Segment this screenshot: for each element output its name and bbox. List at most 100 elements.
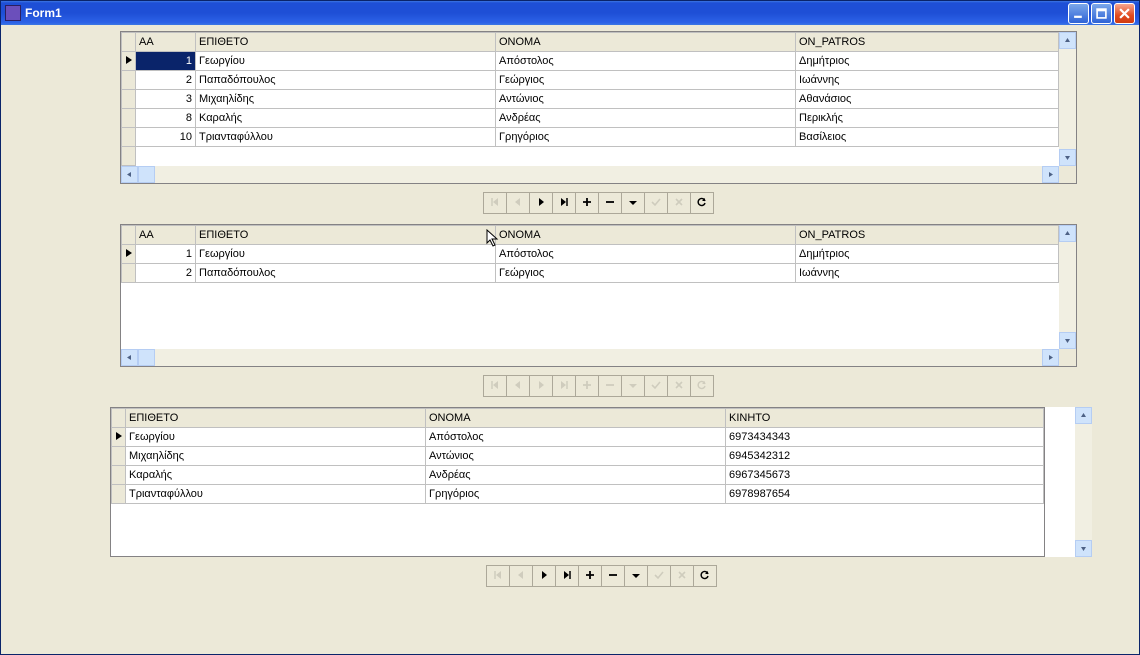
scroll-up-icon[interactable] [1059,225,1076,242]
scroll-right-icon[interactable] [1042,166,1059,183]
cell-onoma[interactable]: Γεώργιος [496,264,796,283]
cell-onoma[interactable]: Ανδρέας [426,466,726,485]
table-row[interactable]: Μιχαηλίδης Αντώνιος 6945342312 [112,447,1044,466]
cell-epitheto[interactable]: Γεωργίου [196,52,496,71]
cell-onoma[interactable]: Αντώνιος [496,90,796,109]
cell-epitheto[interactable]: Καραλής [196,109,496,128]
nav-edit-button[interactable] [624,565,648,587]
cell-onpatros[interactable]: Δημήτριος [796,245,1059,264]
cell-onoma[interactable]: Γεώργιος [496,71,796,90]
scroll-thumb[interactable] [138,349,155,366]
col-header-onoma[interactable]: ΟΝΟΜΑ [496,33,796,52]
grid2-vscrollbar[interactable] [1059,225,1076,349]
col-header-onpatros[interactable]: ON_PATROS [796,33,1059,52]
grid1-vscrollbar[interactable] [1059,32,1076,166]
table-row[interactable]: 3 Μιχαηλίδης Αντώνιος Αθανάσιος [122,90,1059,109]
col-header-epitheto[interactable]: ΕΠΙΘΕΤΟ [196,33,496,52]
dbgrid-3[interactable]: ΕΠΙΘΕΤΟ ΟΝΟΜΑ ΚΙΝΗΤΟ Γεωργίου Απόστολος … [110,407,1092,557]
cell-aa[interactable]: 2 [136,71,196,90]
scroll-up-icon[interactable] [1075,407,1092,424]
cell-aa[interactable]: 1 [136,245,196,264]
cell-onoma[interactable]: Αντώνιος [426,447,726,466]
cell-epitheto[interactable]: Παπαδόπουλος [196,71,496,90]
scroll-right-icon[interactable] [1042,349,1059,366]
minimize-button[interactable] [1068,3,1089,24]
scroll-track[interactable] [1059,242,1076,332]
col-header-onoma[interactable]: ΟΝΟΜΑ [496,226,796,245]
cell-epitheto[interactable]: Γεωργίου [196,245,496,264]
nav-next-button[interactable] [529,192,553,214]
cell-onpatros[interactable]: Βασίλειος [796,128,1059,147]
table-row[interactable]: 10 Τριανταφύλλου Γρηγόριος Βασίλειος [122,128,1059,147]
col-header-kinito[interactable]: ΚΙΝΗΤΟ [726,409,1044,428]
dbgrid-1[interactable]: AA ΕΠΙΘΕΤΟ ΟΝΟΜΑ ON_PATROS 1 Γεωργίου Απ… [120,31,1077,184]
cell-aa[interactable]: 2 [136,264,196,283]
col-header-aa[interactable]: AA [136,226,196,245]
table-row[interactable]: 1 Γεωργίου Απόστολος Δημήτριος [122,52,1059,71]
scroll-track[interactable] [155,349,1042,366]
scroll-down-icon[interactable] [1059,149,1076,166]
table-row[interactable]: 2 Παπαδόπουλος Γεώργιος Ιωάννης [122,71,1059,90]
cell-epitheto[interactable]: Τριανταφύλλου [126,485,426,504]
cell-kinito[interactable]: 6945342312 [726,447,1044,466]
nav-edit-button[interactable] [621,192,645,214]
cell-onpatros[interactable]: Δημήτριος [796,52,1059,71]
cell-onoma[interactable]: Απόστολος [426,428,726,447]
cell-epitheto[interactable]: Μιχαηλίδης [126,447,426,466]
dbgrid-2[interactable]: AA ΕΠΙΘΕΤΟ ΟΝΟΜΑ ON_PATROS 1 Γεωργίου Απ… [120,224,1077,367]
col-header-aa[interactable]: AA [136,33,196,52]
nav-insert-button[interactable] [575,192,599,214]
grid1-hscrollbar[interactable] [121,166,1076,183]
cell-epitheto[interactable]: Καραλής [126,466,426,485]
cell-onoma[interactable]: Απόστολος [496,245,796,264]
cell-epitheto[interactable]: Παπαδόπουλος [196,264,496,283]
scroll-track[interactable] [155,166,1042,183]
col-header-epitheto[interactable]: ΕΠΙΘΕΤΟ [126,409,426,428]
table-row[interactable]: 8 Καραλής Ανδρέας Περικλής [122,109,1059,128]
cell-onoma[interactable]: Γρηγόριος [426,485,726,504]
scroll-left-icon[interactable] [121,349,138,366]
cell-epitheto[interactable]: Τριανταφύλλου [196,128,496,147]
cell-epitheto[interactable]: Γεωργίου [126,428,426,447]
scroll-thumb[interactable] [138,166,155,183]
table-row[interactable]: 2 Παπαδόπουλος Γεώργιος Ιωάννης [122,264,1059,283]
scroll-left-icon[interactable] [121,166,138,183]
nav-insert-button[interactable] [578,565,602,587]
cell-aa[interactable]: 1 [136,52,196,71]
scroll-track[interactable] [1059,49,1076,149]
cell-epitheto[interactable]: Μιχαηλίδης [196,90,496,109]
nav-last-button[interactable] [552,192,576,214]
grid2-hscrollbar[interactable] [121,349,1076,366]
grid3-vscrollbar[interactable] [1075,407,1092,557]
nav-last-button[interactable] [555,565,579,587]
cell-aa[interactable]: 8 [136,109,196,128]
nav-next-button[interactable] [532,565,556,587]
cell-kinito[interactable]: 6978987654 [726,485,1044,504]
col-header-onoma[interactable]: ΟΝΟΜΑ [426,409,726,428]
cell-aa[interactable]: 10 [136,128,196,147]
cell-kinito[interactable]: 6967345673 [726,466,1044,485]
table-row[interactable]: Καραλής Ανδρέας 6967345673 [112,466,1044,485]
table-row[interactable]: Τριανταφύλλου Γρηγόριος 6978987654 [112,485,1044,504]
scroll-down-icon[interactable] [1059,332,1076,349]
maximize-button[interactable] [1091,3,1112,24]
cell-onpatros[interactable]: Αθανάσιος [796,90,1059,109]
cell-onpatros[interactable]: Ιωάννης [796,71,1059,90]
col-header-epitheto[interactable]: ΕΠΙΘΕΤΟ [196,226,496,245]
nav-delete-button[interactable] [598,192,622,214]
nav-refresh-button[interactable] [690,192,714,214]
cell-kinito[interactable]: 6973434343 [726,428,1044,447]
cell-aa[interactable]: 3 [136,90,196,109]
table-row[interactable]: 1 Γεωργίου Απόστολος Δημήτριος [122,245,1059,264]
scroll-track[interactable] [1075,424,1092,540]
nav-delete-button[interactable] [601,565,625,587]
cell-onpatros[interactable]: Ιωάννης [796,264,1059,283]
cell-onpatros[interactable]: Περικλής [796,109,1059,128]
cell-onoma[interactable]: Γρηγόριος [496,128,796,147]
close-button[interactable] [1114,3,1135,24]
col-header-onpatros[interactable]: ON_PATROS [796,226,1059,245]
cell-onoma[interactable]: Απόστολος [496,52,796,71]
table-row[interactable]: Γεωργίου Απόστολος 6973434343 [112,428,1044,447]
scroll-up-icon[interactable] [1059,32,1076,49]
scroll-down-icon[interactable] [1075,540,1092,557]
